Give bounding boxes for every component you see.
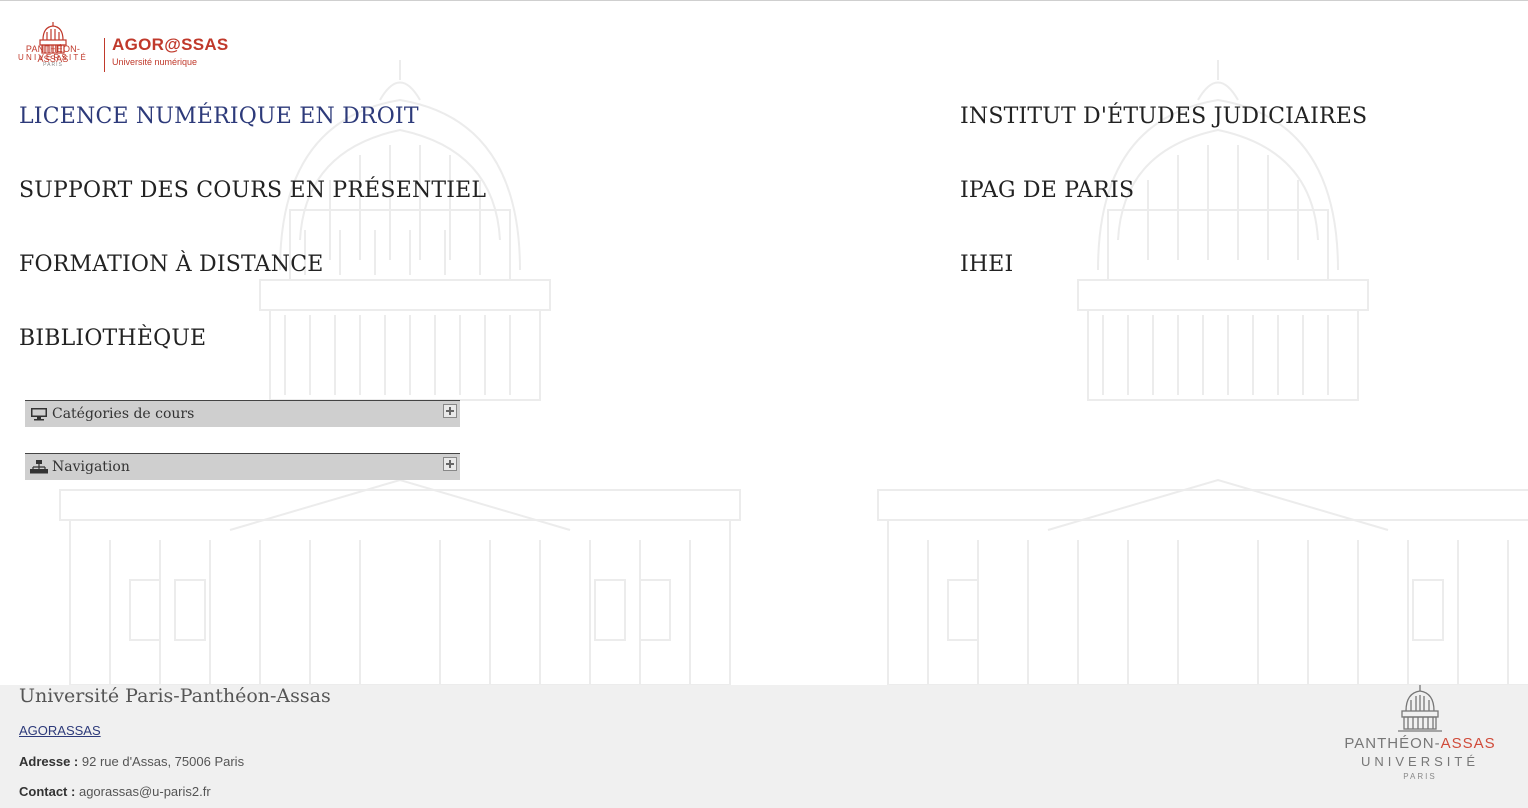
footer-address: Adresse : 92 rue d'Assas, 75006 Paris [19, 754, 244, 769]
footer-logo-name: PANTHÉON-ASSAS [1340, 735, 1500, 752]
footer-contact-email[interactable]: agorassas@u-paris2.fr [79, 784, 211, 799]
footer-logo-name-part2: ASSAS [1440, 735, 1496, 752]
footer-university-title: Université Paris-Panthéon-Assas [19, 685, 331, 707]
logo-university-label: UNIVERSITÉ [17, 53, 88, 62]
footer-address-label: Adresse : [19, 754, 79, 769]
logo-site-subtitle: Université numérique [112, 57, 198, 67]
footer-agorassas-link[interactable]: AGORASSAS [19, 723, 101, 738]
footer-contact-label: Contact : [19, 784, 76, 799]
top-border [0, 0, 1528, 1]
desktop-icon [31, 408, 47, 421]
footer-address-value: 92 rue d'Assas, 75006 Paris [81, 754, 245, 769]
pantheon-dome-icon [1398, 685, 1442, 732]
link-support-cours-presentiel[interactable]: SUPPORT DES COURS EN PRÉSENTIEL [19, 178, 486, 203]
expand-block-icon[interactable] [443, 457, 457, 471]
link-institut-etudes-judiciaires[interactable]: INSTITUT D'ÉTUDES JUDICIAIRES [960, 104, 1367, 129]
block-course-categories[interactable]: Catégories de cours [25, 400, 460, 427]
footer-logo-university: UNIVERSITÉ [1360, 754, 1479, 769]
block-title: Navigation [52, 459, 130, 475]
link-ihei[interactable]: IHEI [960, 252, 1013, 277]
footer-logo-city: PARIS [1403, 772, 1437, 781]
building-background-right [877, 60, 1528, 685]
link-ipag-paris[interactable]: IPAG DE PARIS [960, 178, 1134, 203]
footer-contact: Contact : agorassas@u-paris2.fr [19, 784, 211, 799]
page-footer: Université Paris-Panthéon-Assas AGORASSA… [0, 685, 1528, 808]
logo-divider [104, 38, 105, 72]
expand-block-icon[interactable] [443, 404, 457, 418]
footer-university-logo: PANTHÉON-ASSAS UNIVERSITÉ PARIS [1340, 685, 1500, 795]
footer-logo-name-part1: PANTHÉON- [1344, 735, 1441, 752]
link-bibliotheque[interactable]: BIBLIOTHÈQUE [19, 326, 206, 351]
logo-site-name: AGOR@SSAS [112, 35, 229, 54]
link-formation-distance[interactable]: FORMATION À DISTANCE [19, 252, 324, 277]
site-logo[interactable]: PANTHÉON-ASSAS UNIVERSITÉ PARIS AGOR@SSA… [12, 8, 228, 72]
logo-city: PARIS [43, 62, 63, 68]
block-navigation[interactable]: Navigation [25, 453, 460, 480]
building-background-left [59, 60, 741, 685]
sitemap-icon [30, 460, 48, 474]
link-licence-numerique[interactable]: LICENCE NUMÉRIQUE EN DROIT [19, 104, 419, 129]
block-title: Catégories de cours [52, 406, 195, 422]
